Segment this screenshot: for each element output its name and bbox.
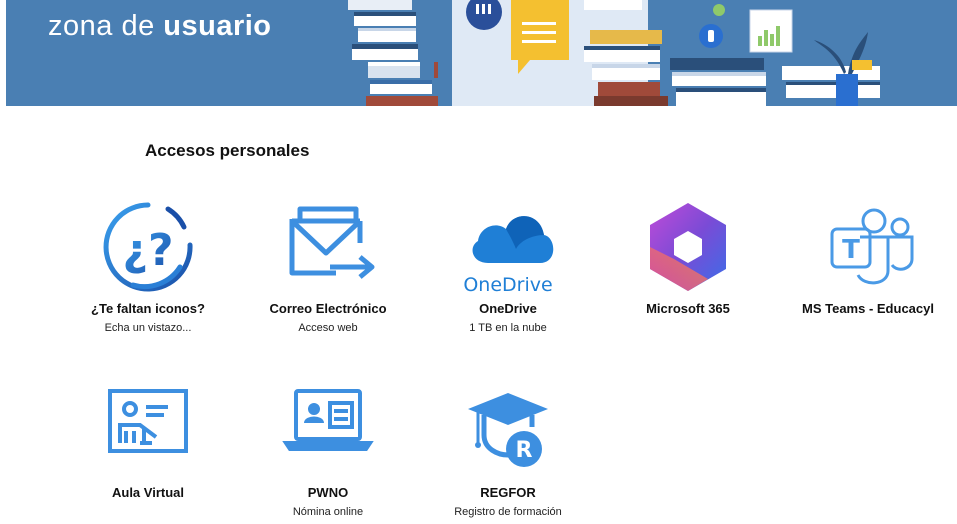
tile-name: MS Teams - Educacyl — [802, 301, 934, 316]
header-banner: zona de usuario — [6, 0, 957, 106]
tile-subtitle: 1 TB en la nube — [469, 322, 547, 334]
svg-text:¿?: ¿? — [122, 225, 173, 276]
tile-name: Aula Virtual — [111, 485, 184, 500]
teams-icon: T — [830, 208, 914, 285]
tile-name: REGFOR — [480, 485, 536, 500]
banner-title: zona de usuario — [48, 10, 272, 43]
tile-regfor[interactable]: R REGFOR Registro de formación — [423, 381, 593, 518]
tile-name: ¿Te faltan iconos? — [91, 301, 205, 316]
tile-microsoft-365[interactable]: Microsoft 365 — [603, 197, 773, 322]
banner-title-regular: zona de — [48, 10, 155, 42]
tile-onedrive[interactable]: OneDrive OneDrive 1 TB en la nube — [423, 197, 593, 334]
onedrive-logo-text: OneDrive — [463, 274, 552, 296]
tile-name: OneDrive — [479, 301, 537, 316]
mail-forward-icon — [289, 206, 375, 279]
microsoft-365-icon — [650, 203, 726, 291]
tile-aula-virtual[interactable]: Aula Virtual — [63, 381, 233, 506]
tile-subtitle: Nómina online — [292, 506, 364, 518]
tile-pwno[interactable]: PWNO Nómina online — [243, 381, 413, 518]
graduation-registry-icon: R — [468, 393, 548, 467]
tile-missing-icons[interactable]: ¿? ¿Te faltan iconos? Echa un vistazo... — [63, 197, 233, 334]
question-marks-icon: ¿? — [103, 202, 193, 292]
onedrive-cloud-icon: OneDrive — [463, 216, 554, 296]
tile-email[interactable]: Correo Electrónico Acceso web — [243, 197, 413, 334]
tile-subtitle: Acceso web — [298, 322, 358, 334]
tile-name: Correo Electrónico — [269, 301, 387, 316]
tile-name: PWNO — [307, 485, 349, 500]
tile-ms-teams[interactable]: T MS Teams - Educacyl — [783, 197, 953, 322]
tile-name: Microsoft 365 — [646, 301, 730, 316]
svg-text:R: R — [516, 438, 533, 463]
tile-subtitle: Registro de formación — [454, 506, 562, 518]
banner-title-bold: usuario — [163, 10, 272, 42]
payroll-id-card-icon — [282, 389, 374, 451]
svg-text:T: T — [842, 235, 860, 265]
tile-subtitle: Echa un vistazo... — [104, 322, 192, 334]
virtual-classroom-icon — [108, 389, 188, 453]
section-title: Accesos personales — [145, 141, 310, 160]
